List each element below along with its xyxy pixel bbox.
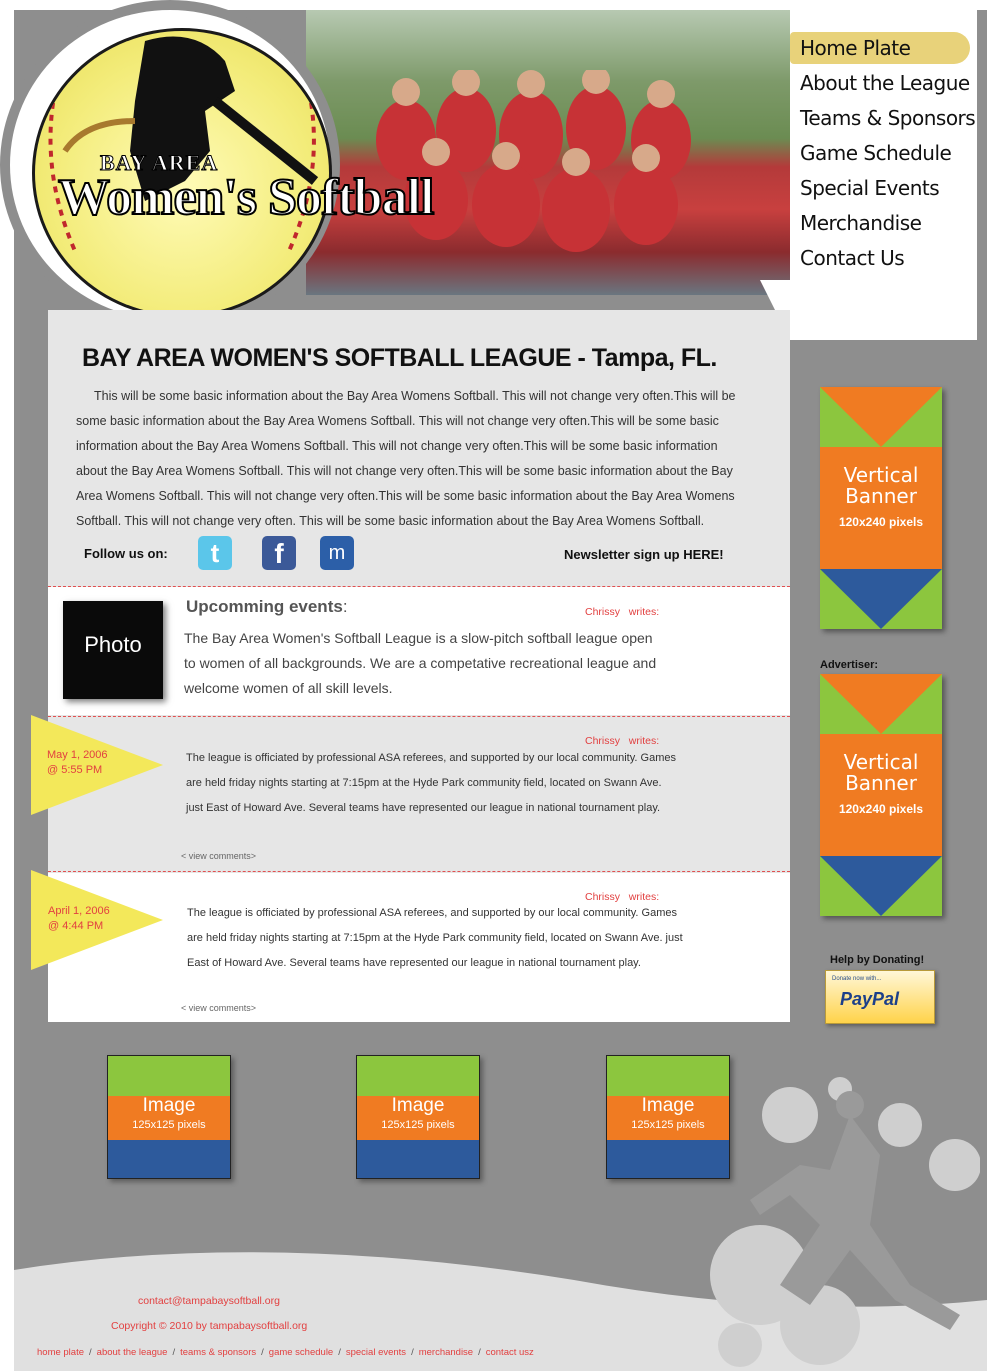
banner-title-line1: Vertical: [843, 463, 919, 487]
post-date-day: May 1, 2006: [47, 749, 108, 761]
paypal-donate-button[interactable]: Donate now with... PayPal: [825, 970, 935, 1024]
link-separator: /: [89, 1347, 92, 1358]
nav-special-events[interactable]: Special Events: [800, 176, 940, 200]
view-comments-link[interactable]: < view comments>: [181, 1003, 256, 1013]
nav-game-schedule[interactable]: Game Schedule: [800, 141, 952, 165]
image-box-size: 125x125 pixels: [381, 1119, 455, 1131]
logo-big-text: Women's Softball: [57, 168, 435, 227]
post-date-day: April 1, 2006: [48, 905, 110, 917]
link-separator: /: [478, 1347, 481, 1358]
vertical-banner-ad[interactable]: Vertical Banner 120x240 pixels: [820, 387, 942, 629]
banner-title: Vertical Banner: [820, 752, 942, 794]
post-date: May 1, 2006 @ 5:55 PM: [47, 748, 108, 778]
box-bottom: [108, 1140, 230, 1178]
banner-title-line2: Banner: [845, 771, 917, 795]
footer-link-teams-sponsors[interactable]: teams & sponsors: [180, 1347, 256, 1358]
nav-curve-decoration: [760, 280, 977, 340]
box-top: [357, 1056, 479, 1096]
banner-top-notch: [820, 387, 942, 447]
banner-bottom-notch: [820, 569, 942, 629]
banner-title-line1: Vertical: [843, 750, 919, 774]
author-name: Chrissy: [585, 606, 621, 618]
events-description: The Bay Area Women's Softball League is …: [184, 630, 657, 696]
post-date-time: @ 4:44 PM: [48, 920, 104, 932]
post-body: The league is officiated by professional…: [186, 752, 676, 814]
footer-link-contact-us[interactable]: contact usz: [486, 1347, 534, 1358]
link-separator: /: [411, 1347, 414, 1358]
advertiser-label: Advertiser:: [820, 659, 879, 671]
follow-us-label: Follow us on:: [84, 546, 168, 561]
nav-merchandise[interactable]: Merchandise: [800, 211, 922, 235]
footer-email-link[interactable]: contact@tampabaysoftball.org: [138, 1295, 280, 1307]
paypal-logo: PayPal: [840, 989, 900, 1009]
link-separator: /: [172, 1347, 176, 1358]
newsletter-signup-link[interactable]: Newsletter sign up HERE!: [564, 547, 724, 562]
box-top: [108, 1056, 230, 1096]
nav-teams-sponsors[interactable]: Teams & Sponsors: [800, 106, 976, 130]
view-comments-link[interactable]: < view comments>: [181, 851, 256, 861]
events-author: Chrissy writes:: [585, 606, 659, 618]
events-heading-suffix: :: [342, 597, 348, 616]
banner-top-notch: [820, 674, 942, 734]
image-ad-box[interactable]: Image 125x125 pixels: [107, 1055, 231, 1179]
paypal-small-text: Donate now with...: [832, 976, 882, 982]
link-separator: /: [338, 1347, 341, 1358]
box-bottom: [357, 1140, 479, 1178]
post-date-time: @ 5:55 PM: [47, 764, 103, 776]
banner-title-line2: Banner: [845, 484, 917, 508]
banner-size: 120x240 pixels: [838, 515, 924, 529]
banner-size: 120x240 pixels: [838, 802, 924, 816]
logo[interactable]: BAY AREA Women's Softball: [0, 0, 435, 330]
banner-title: Vertical Banner: [820, 465, 942, 507]
image-box-size: 125x125 pixels: [132, 1119, 206, 1131]
twitter-icon[interactable]: t: [198, 536, 232, 570]
donate-label: Help by Donating!: [830, 954, 925, 966]
post-body: The league is officiated by professional…: [187, 907, 683, 969]
footer-nav: home plate / about the league / teams & spon…: [37, 1347, 534, 1358]
facebook-icon[interactable]: f: [262, 536, 296, 570]
myspace-icon[interactable]: m: [320, 536, 354, 570]
footer-link-merchandise[interactable]: merchandise: [419, 1347, 473, 1358]
post-date: April 1, 2006 @ 4:44 PM: [48, 904, 110, 934]
nav-home-plate[interactable]: Home Plate: [800, 36, 911, 60]
divider: [48, 586, 790, 587]
intro-text: This will be some basic information abou…: [76, 389, 736, 528]
footer-copyright: Copyright © 2010 by tampabaysoftball.org: [111, 1320, 308, 1332]
image-box-title: Image: [391, 1095, 445, 1116]
footer-link-home-plate[interactable]: home plate: [37, 1347, 84, 1358]
writes-label: writes:: [628, 606, 660, 618]
footer-link-game-schedule[interactable]: game schedule: [269, 1347, 333, 1358]
team-photo: [306, 10, 790, 295]
link-separator: /: [261, 1347, 264, 1358]
banner-bottom-notch: [820, 856, 942, 916]
events-heading: Upcomming events:: [186, 597, 348, 617]
footer-link-special-events[interactable]: special events: [346, 1347, 406, 1358]
image-box-title: Image: [142, 1095, 196, 1116]
events-heading-text: Upcomming events: [186, 597, 343, 616]
pitcher-silhouette-icon: [710, 1077, 980, 1367]
nav-about-the-league[interactable]: About the League: [800, 71, 970, 95]
nav-contact-us[interactable]: Contact Us: [800, 246, 905, 270]
event-photo-placeholder: Photo: [63, 601, 163, 699]
footer-link-about-the-league[interactable]: about the league: [97, 1347, 168, 1358]
vertical-banner-ad[interactable]: Vertical Banner 120x240 pixels: [820, 674, 942, 916]
page-title: BAY AREA WOMEN'S SOFTBALL LEAGUE - Tampa…: [82, 344, 717, 372]
image-ad-box[interactable]: Image 125x125 pixels: [356, 1055, 480, 1179]
